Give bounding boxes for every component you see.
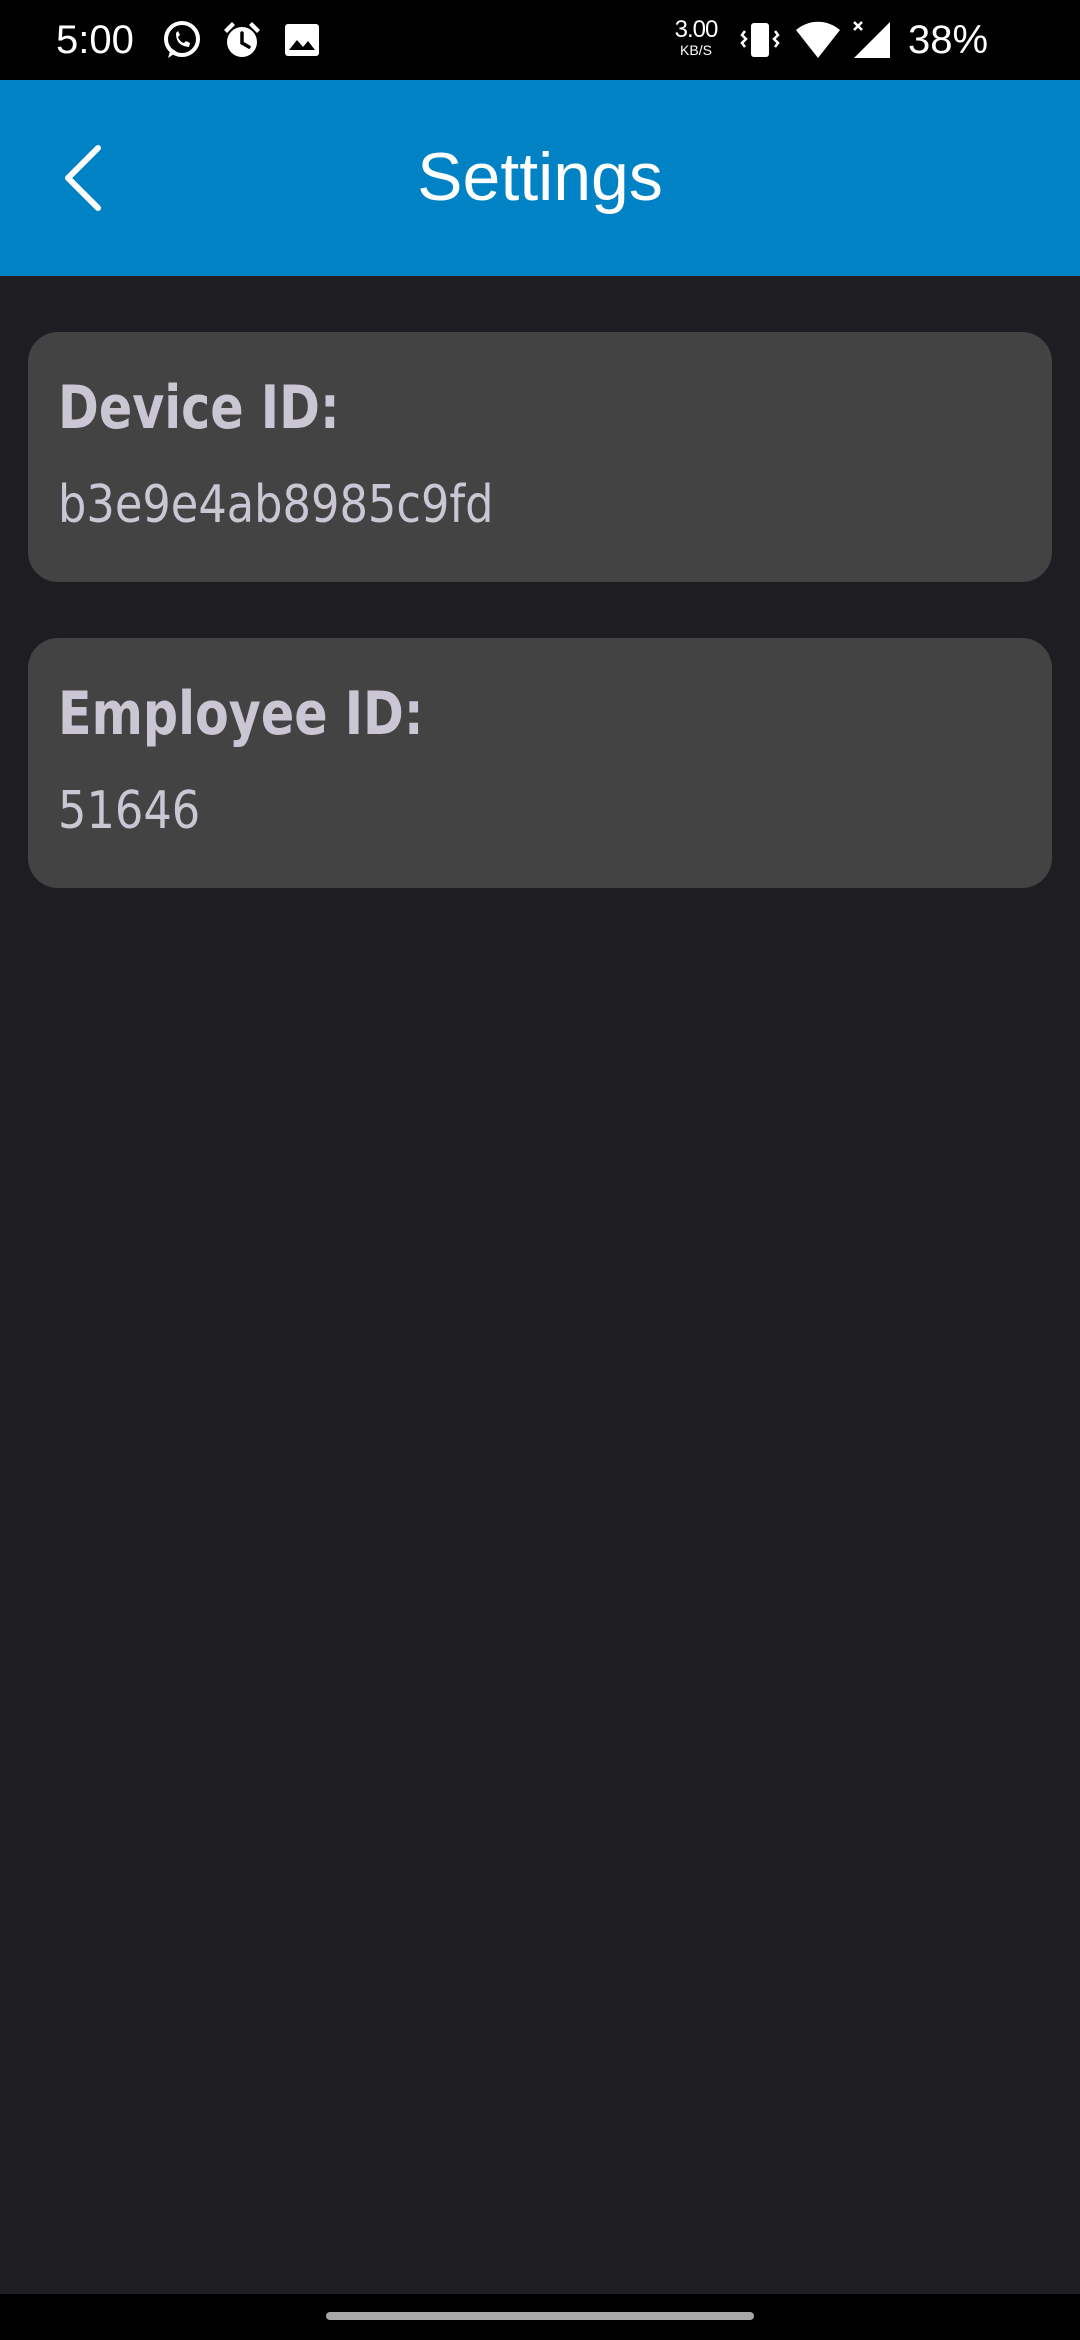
app-bar: Settings [0, 80, 1080, 276]
status-bar: 5:00 3.00 KB/S 38% [0, 0, 1080, 80]
home-indicator[interactable] [326, 2312, 754, 2320]
whatsapp-icon [164, 21, 200, 58]
device-id-card: Device ID: b3e9e4ab8985c9fd [28, 332, 1052, 582]
image-icon [285, 24, 319, 56]
vibrate-icon [740, 23, 780, 57]
alarm-icon [224, 22, 260, 57]
device-id-value: b3e9e4ab8985c9fd [58, 475, 494, 535]
network-speed-value: 3.00 [674, 16, 719, 43]
navigation-bar [0, 2294, 1080, 2340]
employee-id-label: Employee ID: [58, 679, 424, 749]
network-speed-unit: KB/S [680, 42, 712, 58]
employee-id-value: 51646 [58, 781, 201, 841]
cell-signal-icon [853, 21, 890, 58]
device-id-label: Device ID: [58, 373, 340, 443]
wifi-icon [796, 21, 840, 58]
page-title: Settings [417, 139, 663, 215]
battery-percent: 38% [908, 18, 989, 62]
status-time: 5:00 [56, 18, 134, 62]
network-speed: 3.00 KB/S [668, 16, 724, 58]
settings-screen: 5:00 3.00 KB/S 38% Settings Device ID: b… [0, 0, 1080, 2340]
employee-id-card: Employee ID: 51646 [28, 638, 1052, 888]
